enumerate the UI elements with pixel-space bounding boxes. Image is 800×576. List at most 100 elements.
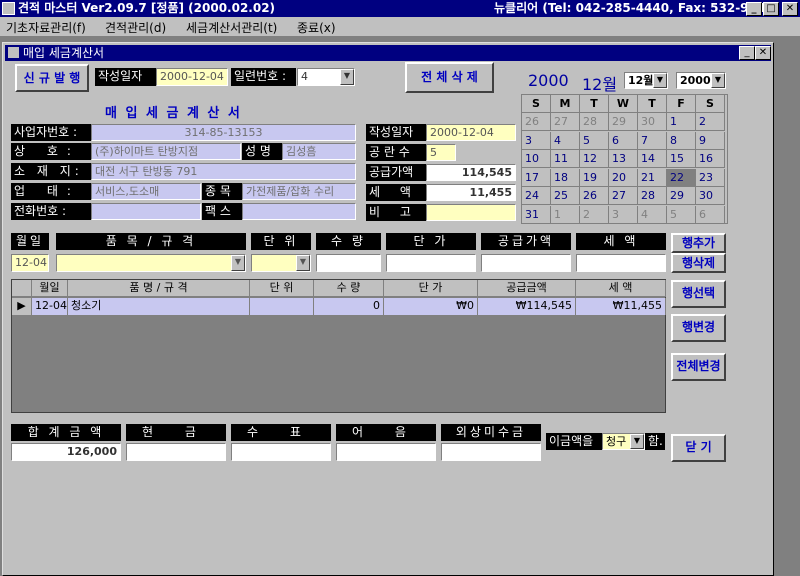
cal-day[interactable]: 7 [638,131,667,150]
cal-day[interactable]: 31 [522,205,551,224]
total-cash-field[interactable] [126,443,226,461]
cal-day[interactable]: 27 [551,113,580,131]
owner-field[interactable]: 김성흠 [282,143,356,160]
child-close-button[interactable]: ✕ [755,46,771,60]
cal-day[interactable]: 3 [522,131,551,150]
grid-cell-unit[interactable] [250,298,314,315]
close-button[interactable]: ✕ [782,2,798,16]
chevron-down-icon[interactable]: ▼ [296,255,310,271]
total-check-field[interactable] [231,443,331,461]
close-form-button[interactable]: 닫 기 [671,434,726,462]
cal-day[interactable]: 30 [638,113,667,131]
summary-date-field[interactable]: 2000-12-04 [426,124,516,141]
cal-day[interactable]: 26 [580,187,609,205]
delete-row-button[interactable]: 행삭제 [671,253,726,273]
cal-day[interactable]: 6 [696,205,725,224]
cal-day[interactable]: 26 [522,113,551,131]
cal-day[interactable]: 8 [667,131,696,150]
cal-day[interactable]: 15 [667,150,696,168]
grid-cell-qty[interactable]: 0 [314,298,384,315]
cal-day[interactable]: 1 [667,113,696,131]
entry-price-field[interactable] [386,254,476,272]
total-credit-field[interactable] [441,443,541,461]
addr-field[interactable]: 대전 서구 탄방동 791 [91,163,356,180]
serial-select[interactable]: 4 ▼ [297,68,355,86]
cal-day[interactable]: 20 [609,168,638,187]
grid-cell-date[interactable]: 12-04 [32,298,68,315]
tel-field[interactable] [91,203,201,220]
minimize-button[interactable]: _ [746,2,762,16]
add-row-button[interactable]: 행추가 [671,233,726,253]
total-bill-field[interactable] [336,443,436,461]
entry-tax-field[interactable] [576,254,666,272]
cal-day[interactable]: 14 [638,150,667,168]
cal-day[interactable]: 27 [609,187,638,205]
cal-day[interactable]: 10 [522,150,551,168]
name-field[interactable]: (주)하이마트 탄방지점 [91,143,241,160]
chevron-down-icon[interactable]: ▼ [231,255,245,271]
delete-all-button[interactable]: 전 체 삭 제 [405,62,494,93]
cal-day[interactable]: 6 [609,131,638,150]
maximize-button[interactable]: □ [763,2,779,16]
menu-tax-invoice[interactable]: 세금계산서관리(t) [186,19,277,36]
grid-cell-item[interactable]: 청소기 [68,298,250,315]
chevron-down-icon[interactable]: ▼ [653,73,667,88]
select-row-button[interactable]: 행선택 [671,280,726,308]
biz-no-field[interactable]: 314-85-13153 [91,124,356,141]
cal-day[interactable]: 5 [580,131,609,150]
grid-cell-price[interactable]: ₩0 [384,298,478,315]
entry-item-select[interactable]: ▼ [56,254,246,272]
month-select[interactable]: 12월 ▼ [624,72,668,89]
change-row-button[interactable]: 행변경 [671,314,726,342]
item-field[interactable]: 가전제품/잡화 수리 [242,183,356,200]
cal-day[interactable]: 29 [667,187,696,205]
chevron-down-icon[interactable]: ▼ [711,73,725,88]
entry-supply-field[interactable] [481,254,571,272]
child-minimize-button[interactable]: _ [739,46,755,60]
cal-day[interactable]: 9 [696,131,725,150]
type-field[interactable]: 서비스,도소매 [91,183,201,200]
menu-exit[interactable]: 종료(x) [297,19,336,36]
cal-day[interactable]: 3 [609,205,638,224]
cal-day[interactable]: 23 [696,168,725,187]
year-select[interactable]: 2000 ▼ [676,72,726,89]
cal-day[interactable]: 4 [638,205,667,224]
grid-cell-tax[interactable]: ₩11,455 [576,298,666,315]
chevron-down-icon[interactable]: ▼ [630,434,644,449]
entry-unit-select[interactable]: ▼ [251,254,311,272]
cal-day[interactable]: 17 [522,168,551,187]
cal-day[interactable]: 29 [609,113,638,131]
cal-day[interactable]: 24 [522,187,551,205]
menu-basic-data[interactable]: 기초자료관리(f) [6,19,86,36]
blank-count-field[interactable]: 5 [426,144,456,161]
cal-day[interactable]: 1 [551,205,580,224]
cal-day[interactable]: 28 [580,113,609,131]
cal-day[interactable]: 25 [551,187,580,205]
cal-day[interactable]: 2 [580,205,609,224]
note-field[interactable] [426,204,516,221]
cal-day[interactable]: 4 [551,131,580,150]
cal-day[interactable]: 28 [638,187,667,205]
new-issue-button[interactable]: 신 규 발 행 [15,64,89,92]
entry-qty-field[interactable] [316,254,381,272]
menu-estimate[interactable]: 견적관리(d) [105,19,166,36]
claim-mode-select[interactable]: 청구 ▼ [602,433,645,450]
cal-day[interactable]: 19 [580,168,609,187]
date-field[interactable]: 2000-12-04 [156,68,228,86]
cal-day[interactable]: 18 [551,168,580,187]
cal-day[interactable]: 2 [696,113,725,131]
cal-day[interactable]: 13 [609,150,638,168]
cal-day[interactable]: 16 [696,150,725,168]
chevron-down-icon[interactable]: ▼ [340,69,354,85]
fax-field[interactable] [242,203,356,220]
cal-day[interactable]: 21 [638,168,667,187]
cal-day[interactable]: 30 [696,187,725,205]
grid-cell-supply[interactable]: ₩114,545 [478,298,576,315]
change-all-button[interactable]: 전체변경 [671,353,726,381]
cal-day[interactable]: 22 [667,168,696,187]
cal-day[interactable]: 5 [667,205,696,224]
cal-day[interactable]: 11 [551,150,580,168]
cal-day[interactable]: 12 [580,150,609,168]
entry-date-field[interactable]: 12-04 [11,254,49,272]
row-pointer-icon[interactable]: ▶ [12,298,32,315]
